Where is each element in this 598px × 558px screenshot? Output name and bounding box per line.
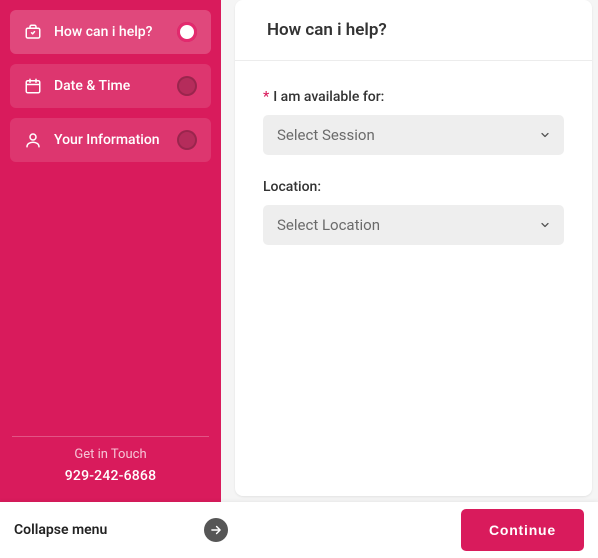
sidebar-divider [12,436,209,437]
session-placeholder: Select Session [277,126,375,144]
contact-block: Get in Touch 929-242-6868 [10,447,211,492]
step-status-icon [177,130,197,150]
chevron-down-icon [538,218,552,232]
sidebar: How can i help? Date & Time [0,0,221,502]
upper-layout: How can i help? Date & Time [0,0,598,502]
session-select[interactable]: Select Session [263,115,564,155]
sidebar-step-date-time[interactable]: Date & Time [10,64,211,108]
main-body: *I am available for: Select Session Loca… [235,61,592,496]
collapse-menu[interactable]: Collapse menu [14,518,228,542]
calendar-icon [24,77,42,95]
location-placeholder: Select Location [277,216,380,234]
bottom-bar: Collapse menu Continue [0,502,598,558]
sidebar-step-how-can-i-help[interactable]: How can i help? [10,10,211,54]
continue-button[interactable]: Continue [461,509,584,551]
sidebar-step-your-information[interactable]: Your Information [10,118,211,162]
arrow-right-circle-icon [204,518,228,542]
main-header: How can i help? [235,0,592,61]
session-label: *I am available for: [263,89,564,105]
page-title: How can i help? [267,20,560,40]
location-label-text: Location: [263,179,321,195]
sidebar-step-label: Your Information [54,132,165,148]
location-form-group: Location: Select Location [263,179,564,245]
step-status-icon [177,76,197,96]
sidebar-step-label: Date & Time [54,78,165,94]
required-mark: * [263,89,269,105]
chevron-down-icon [538,128,552,142]
contact-label: Get in Touch [10,447,211,462]
sidebar-steps: How can i help? Date & Time [10,10,211,436]
main-panel: How can i help? *I am available for: Sel… [235,0,592,496]
briefcase-icon [24,23,42,41]
collapse-label: Collapse menu [14,522,107,538]
user-icon [24,131,42,149]
location-label: Location: [263,179,564,195]
session-label-text: I am available for: [273,89,384,105]
session-form-group: *I am available for: Select Session [263,89,564,155]
app-root: How can i help? Date & Time [0,0,598,558]
sidebar-step-label: How can i help? [54,24,165,40]
location-select[interactable]: Select Location [263,205,564,245]
contact-phone[interactable]: 929-242-6868 [10,468,211,484]
step-status-icon [177,22,197,42]
